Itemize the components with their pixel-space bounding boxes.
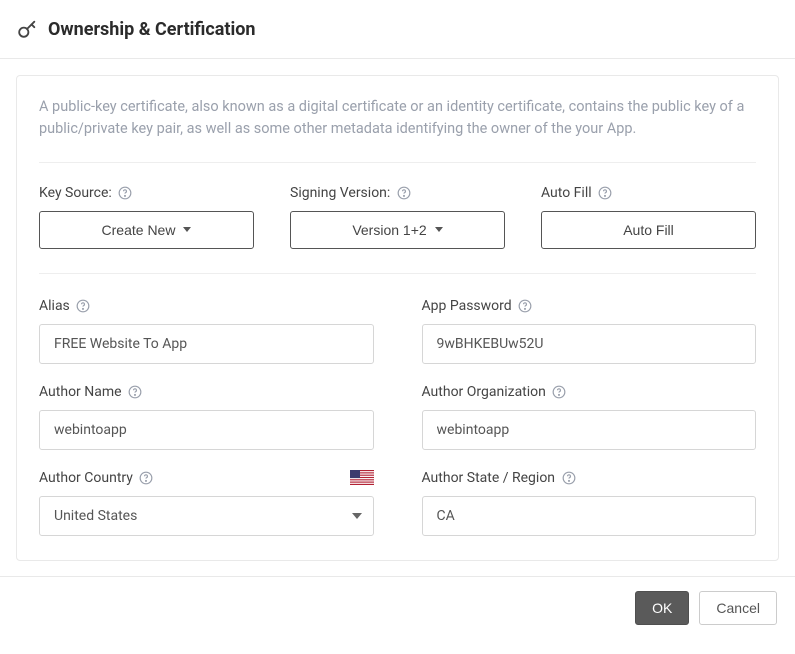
app-password-label-text: App Password [422, 298, 512, 314]
author-state-label-text: Author State / Region [422, 470, 556, 486]
key-icon [16, 18, 38, 40]
app-password-field: App Password [422, 298, 757, 364]
signing-version-group: Signing Version: Version 1+2 [290, 185, 505, 249]
key-source-value: Create New [102, 222, 176, 238]
author-country-select[interactable]: United States [39, 496, 374, 536]
key-source-label-text: Key Source: [39, 185, 112, 201]
caret-down-icon [183, 227, 191, 232]
author-name-input[interactable] [39, 410, 374, 450]
app-password-input[interactable] [422, 324, 757, 364]
key-source-dropdown[interactable]: Create New [39, 211, 254, 249]
author-name-label: Author Name [39, 384, 374, 400]
alias-label: Alias [39, 298, 374, 314]
help-icon[interactable] [518, 298, 533, 313]
author-state-field: Author State / Region [422, 470, 757, 536]
alias-field: Alias [39, 298, 374, 364]
help-icon[interactable] [598, 185, 613, 200]
app-password-label: App Password [422, 298, 757, 314]
caret-down-icon [435, 227, 443, 232]
author-country-field: Author Country [39, 470, 374, 536]
key-source-group: Key Source: Create New [39, 185, 254, 249]
form-grid: Alias App Password Author Name [39, 274, 756, 536]
author-org-label: Author Organization [422, 384, 757, 400]
main-panel: A public-key certificate, also known as … [16, 75, 779, 561]
help-icon[interactable] [552, 384, 567, 399]
signing-version-dropdown[interactable]: Version 1+2 [290, 211, 505, 249]
signing-version-value: Version 1+2 [352, 222, 426, 238]
author-name-label-text: Author Name [39, 384, 122, 400]
page-header: Ownership & Certification [0, 0, 795, 59]
author-org-label-text: Author Organization [422, 384, 546, 400]
alias-label-text: Alias [39, 298, 70, 314]
auto-fill-group: Auto Fill Auto Fill [541, 185, 756, 249]
help-icon[interactable] [76, 298, 91, 313]
dialog-footer: OK Cancel [0, 576, 795, 625]
author-state-label: Author State / Region [422, 470, 757, 486]
auto-fill-label-text: Auto Fill [541, 185, 592, 201]
signing-version-label: Signing Version: [290, 185, 505, 201]
help-icon[interactable] [118, 185, 133, 200]
us-flag-icon [350, 470, 374, 485]
top-controls-row: Key Source: Create New Signing Version: … [39, 163, 756, 274]
author-org-field: Author Organization [422, 384, 757, 450]
auto-fill-label: Auto Fill [541, 185, 756, 201]
page-title: Ownership & Certification [48, 19, 256, 40]
alias-input[interactable] [39, 324, 374, 364]
author-country-label-text: Author Country [39, 470, 133, 486]
ok-button[interactable]: OK [635, 591, 689, 625]
author-name-field: Author Name [39, 384, 374, 450]
signing-version-label-text: Signing Version: [290, 185, 390, 201]
help-icon[interactable] [139, 470, 154, 485]
cancel-button[interactable]: Cancel [699, 591, 777, 625]
panel-description: A public-key certificate, also known as … [39, 96, 756, 163]
author-state-input[interactable] [422, 496, 757, 536]
help-icon[interactable] [561, 470, 576, 485]
help-icon[interactable] [128, 384, 143, 399]
author-country-label: Author Country [39, 470, 374, 486]
auto-fill-button[interactable]: Auto Fill [541, 211, 756, 249]
author-org-input[interactable] [422, 410, 757, 450]
help-icon[interactable] [396, 185, 411, 200]
auto-fill-button-label: Auto Fill [623, 222, 674, 238]
key-source-label: Key Source: [39, 185, 254, 201]
